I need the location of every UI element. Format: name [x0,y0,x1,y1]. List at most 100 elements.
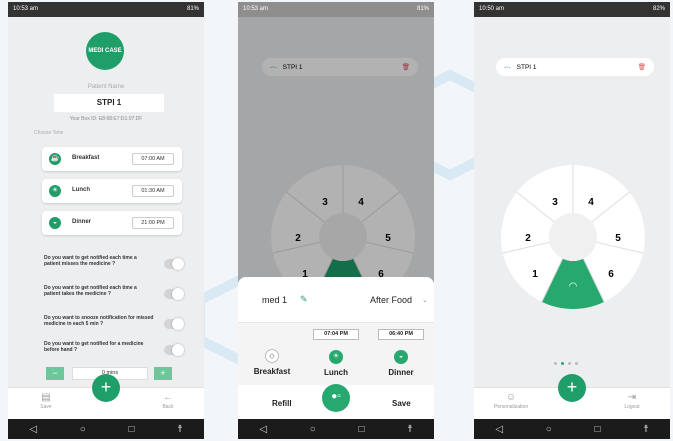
meal-label: Dinner [388,368,414,377]
nav-accessibility-icon[interactable]: ☨ [177,424,182,435]
notify-beforehand-toggle[interactable] [164,344,184,356]
add-fab-button[interactable]: + [92,374,120,402]
save-label: Save [40,404,52,410]
pill-icon: -◦- [504,63,511,71]
medicine-name[interactable]: med 1 [262,295,287,305]
back-button[interactable]: ← Back [148,392,188,410]
snooze-question: Do you want to snooze notification for m… [44,315,154,327]
meal-label: Breakfast [72,155,100,161]
nav-recents-icon[interactable]: □ [128,424,134,435]
device-pill[interactable]: -◦- STPI 1 🗑 [496,58,654,76]
lunch-time-field[interactable]: 07:04 PM [313,329,359,340]
notify-taken-question: Do you want to get notified each time a … [44,285,137,297]
edit-pencil-icon[interactable]: ✎ [300,294,308,305]
notify-beforehand-question: Do you want to get notified for a medici… [44,341,144,353]
page-dot[interactable] [568,362,571,365]
status-bar: 10:53 am 81% [8,2,204,17]
wheel-number[interactable]: 5 [615,233,621,244]
home-screen: 10:50 am 82% -◦- STPI 1 🗑 3 4 2 5 1 6 ◠ … [474,2,670,439]
wheel-number[interactable]: 1 [532,269,538,280]
status-bar: 10:50 am 82% [474,2,670,17]
plus-button[interactable]: + [154,367,172,380]
pill-fab-button[interactable]: ●▫ [322,384,350,412]
personalization-button[interactable]: ☺ Personalization [486,392,536,410]
notify-missed-toggle[interactable] [164,258,184,270]
refill-button[interactable]: Refill [272,399,292,408]
nav-recents-icon[interactable]: □ [594,424,600,435]
meal-label: Dinner [72,219,92,225]
personalization-label: Personalization [493,404,529,410]
nav-accessibility-icon[interactable]: ☨ [407,424,412,435]
status-time: 10:50 am [479,6,505,12]
notify-missed-question: Do you want to get notified each time a … [44,255,137,267]
medicine-sheet: med 1 ✎ After Food ⌄ 07:04 PM 06:40 PM ◇… [238,277,434,385]
page-dot[interactable] [575,362,578,365]
snooze-toggle[interactable] [164,318,184,330]
meal-dinner[interactable]: ◒ Dinner [376,345,426,377]
logout-icon: ⇥ [627,392,637,403]
meal-label: Lunch [324,368,348,377]
meal-lunch[interactable]: ☀ Lunch [311,345,361,377]
device-name: STPI 1 [516,63,537,71]
status-time: 10:53 am [243,6,269,12]
nav-accessibility-icon[interactable]: ☨ [643,424,648,435]
wheel-number[interactable]: 2 [525,233,531,244]
logout-button[interactable]: ⇥ Logout [612,392,652,410]
nav-home-icon[interactable]: ○ [546,424,552,435]
delete-icon[interactable]: 🗑 [638,63,646,71]
nav-back-icon[interactable]: ◁ [495,424,503,435]
pill-wheel: 3 4 2 5 1 6 ◠ [501,165,645,309]
dish-icon: ◒ [394,350,408,364]
meal-time-field[interactable]: 21:00 PM [132,217,174,229]
nav-recents-icon[interactable]: □ [358,424,364,435]
page-dot[interactable] [554,362,557,365]
status-battery: 81% [186,6,199,12]
choose-time-label: Choose Time [34,130,64,136]
wifi-icon: ◠ [569,281,578,292]
add-fab-button[interactable]: + [558,374,586,402]
sun-icon: ☀ [49,185,61,197]
status-battery: 82% [652,6,665,12]
nav-back-icon[interactable]: ◁ [29,424,37,435]
meal-card-lunch[interactable]: ☀ Lunch 01:30 AM [42,179,182,203]
page-dot[interactable] [561,362,564,365]
meal-card-dinner[interactable]: ◒ Dinner 21:00 PM [42,211,182,235]
medicine-edit-screen: 10:53 am 81% -◦- STPI 1 🗑 3 4 2 5 1 6 me… [238,2,434,439]
save-button[interactable]: ▤ Save [26,392,66,410]
wheel-number[interactable]: 4 [588,197,594,208]
person-icon: ☺ [505,392,517,403]
meal-card-breakfast[interactable]: ☕ Breakfast 07:00 AM [42,147,182,171]
wheel-number[interactable]: 6 [608,269,614,280]
nav-back-icon[interactable]: ◁ [259,424,267,435]
system-nav-bar: ◁ ○ □ ☨ [238,419,434,439]
medicase-logo: MEDI CASE [86,32,124,70]
save-icon: ▤ [41,392,51,403]
meal-time-field[interactable]: 07:00 AM [132,153,174,165]
minus-button[interactable]: − [46,367,64,380]
bottom-bar: ▤ Save + ← Back [8,374,204,419]
save-button[interactable]: Save [392,399,411,408]
nav-home-icon[interactable]: ○ [80,424,86,435]
status-battery: 81% [416,6,429,12]
status-bar: 10:53 am 81% [238,2,434,17]
meal-time-field[interactable]: 01:30 AM [132,185,174,197]
chevron-down-icon[interactable]: ⌄ [422,296,428,304]
bottom-bar: ☺ Personalization + ⇥ Logout [474,374,670,419]
back-arrow-icon: ← [163,392,173,403]
wheel-number[interactable]: 3 [552,197,558,208]
patient-name-input[interactable]: STPI 1 [54,94,164,112]
meal-label: Breakfast [253,367,291,376]
dinner-time-field[interactable]: 06:40 PM [378,329,424,340]
meal-breakfast[interactable]: ◇ Breakfast [247,345,297,376]
logout-label: Logout [624,404,640,410]
nav-home-icon[interactable]: ○ [310,424,316,435]
coffee-cup-icon: ☕ [49,153,61,165]
notify-taken-toggle[interactable] [164,288,184,300]
dish-icon: ◒ [49,217,61,229]
patient-name-label: Patient Name [87,84,125,90]
box-id: Your Box ID: E8:68:E7:D1:07:DF [69,116,143,122]
wheel-hub [549,213,597,261]
food-timing-select[interactable]: After Food [370,295,412,305]
settings-screen: 10:53 am 81% MEDI CASE Patient Name STPI… [8,2,204,439]
sun-icon: ☀ [329,350,343,364]
